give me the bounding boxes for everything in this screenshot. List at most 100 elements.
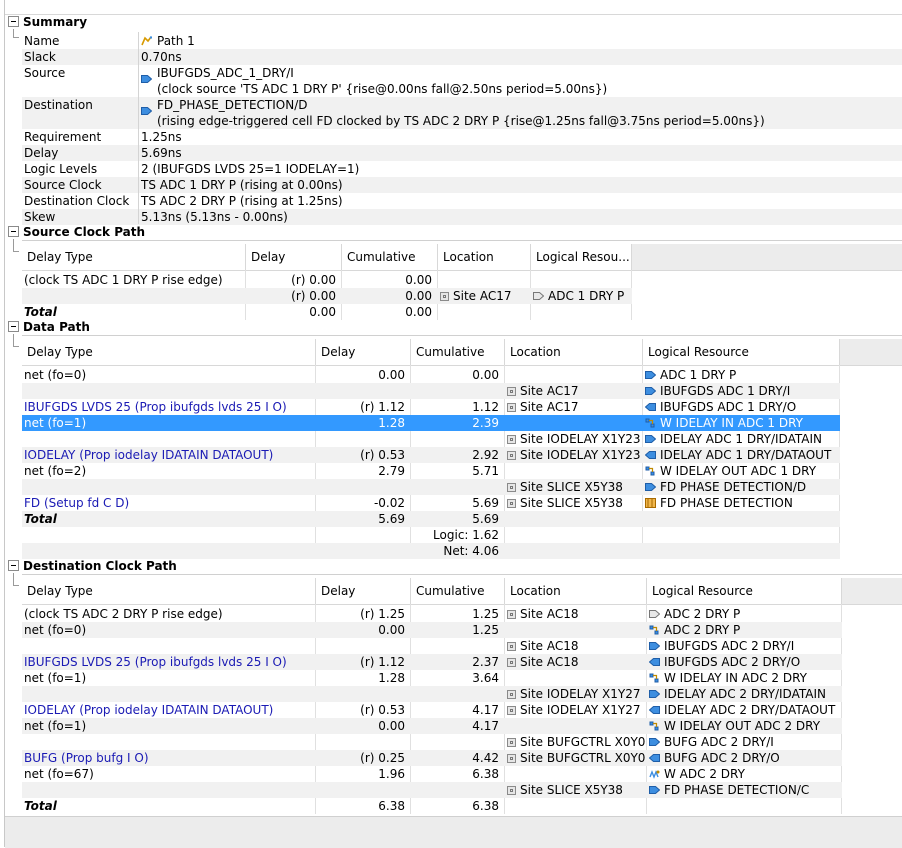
resource-text: BUFG ADC 2 DRY/O (664, 751, 780, 765)
column-header[interactable]: Location (505, 578, 647, 605)
cell-delay-type: IODELAY (Prop iodelay IDATAIN DATAOUT) (24, 448, 314, 462)
cell-location: Site BUFGCTRL X0Y0 (507, 735, 645, 749)
location-text: Site BUFGCTRL X0Y0 (520, 751, 645, 765)
cell-delay: (r) 1.12 (360, 400, 405, 414)
cell-delay: 5.69 (378, 512, 405, 526)
table-row[interactable]: net (fo=1) 0.00 4.17 W IDELAY OUT ADC 2 DRY (22, 718, 842, 734)
site-icon (507, 658, 516, 667)
summary-row: Destination FD_PHASE_DETECTION/D (rising e… (22, 97, 902, 129)
column-header[interactable]: Delay (246, 244, 342, 271)
cell-link[interactable]: FD (Setup fd C D) (24, 496, 129, 510)
table-row[interactable]: Site AC18 IBUFGDS ADC 2 DRY/I (22, 638, 842, 654)
cell-link[interactable]: IBUFGDS LVDS 25 (Prop ibufgds lvds 25 I … (24, 400, 287, 414)
table-row[interactable]: IODELAY (Prop iodelay IDATAIN DATAOUT) (r… (22, 702, 842, 718)
column-header[interactable]: Delay Type (22, 244, 246, 271)
cell-location: Site IODELAY X1Y23 (507, 432, 641, 446)
table-row[interactable]: (clock TS ADC 2 DRY P rise edge) (r) 1.25… (22, 606, 842, 622)
column-header[interactable]: Delay Type (22, 339, 316, 366)
cell-link[interactable]: BUFG (Prop bufg I O) (24, 751, 149, 765)
column-header[interactable]: Logical Resource (643, 339, 840, 366)
timing-report-window: Summary Name Path 1 Slack 0.70ns Source IBUFG… (0, 0, 902, 848)
resource-text: IBUFGDS ADC 1 DRY/I (660, 384, 791, 398)
cell-location: Site AC17 (507, 384, 641, 398)
resource-text: ADC 2 DRY P (664, 607, 741, 621)
table-row[interactable]: net (fo=0) 0.00 1.25 ADC 2 DRY P (22, 622, 842, 638)
collapse-icon[interactable] (8, 560, 19, 571)
table-row[interactable]: FD (Setup fd C D) -0.02 5.69 Site SLICE X5Y… (22, 495, 840, 511)
collapse-icon[interactable] (8, 321, 19, 332)
cell-cumulative: 6.38 (472, 767, 499, 781)
table-row[interactable]: net (fo=1) 1.28 2.39 W IDELAY IN ADC 1 DRY (22, 415, 840, 431)
cell-link[interactable]: IODELAY (Prop iodelay IDATAIN DATAOUT) (24, 448, 273, 462)
table-row[interactable]: Site IODELAY X1Y27 IDELAY ADC 2 DRY/IDATA… (22, 686, 842, 702)
cell-logical-resource: FD PHASE DETECTION/C (649, 783, 840, 797)
column-header[interactable]: Delay (316, 339, 411, 366)
cell-cumulative: Net: 4.06 (443, 544, 499, 558)
cell-delay: 2.79 (378, 464, 405, 478)
table-row[interactable]: Site BUFGCTRL X0Y0 BUFG ADC 2 DRY/I (22, 734, 842, 750)
resource-text: W IDELAY OUT ADC 2 DRY (664, 719, 821, 733)
table-row[interactable]: (r) 0.00 0.00 Site AC17 ADC 1 DRY P (22, 288, 632, 304)
site-icon (507, 738, 516, 747)
column-header[interactable]: Cumulative (411, 339, 505, 366)
table-row[interactable]: Net: 4.06 (22, 543, 840, 559)
table-row[interactable]: IBUFGDS LVDS 25 (Prop ibufgds lvds 25 I … (22, 654, 842, 670)
column-header-label: Delay (321, 584, 356, 598)
summary-value-detail: (rising edge-triggered cell FD clocked b… (157, 114, 765, 128)
column-header[interactable]: Cumulative (411, 578, 505, 605)
cell-logical-resource: IBUFGDS ADC 1 DRY/O (645, 400, 838, 414)
table-row[interactable]: (clock TS ADC 1 DRY P rise edge) (r) 0.00… (22, 272, 632, 288)
cell-cumulative: 6.38 (472, 799, 499, 813)
table-row[interactable]: Total 5.69 5.69 (22, 511, 840, 527)
collapse-icon[interactable] (8, 226, 19, 237)
table-row[interactable]: IODELAY (Prop iodelay IDATAIN DATAOUT) (r… (22, 447, 840, 463)
location-text: Site AC17 (520, 400, 579, 414)
cell-logical-resource: W ADC 2 DRY (649, 767, 840, 781)
cell-link[interactable]: IODELAY (Prop iodelay IDATAIN DATAOUT) (24, 703, 273, 717)
cell-text: net (fo=67) (24, 767, 94, 781)
table-row[interactable]: Logic: 1.62 (22, 527, 840, 543)
clock-port-icon (649, 610, 660, 618)
resource-text: FD PHASE DETECTION (660, 496, 793, 510)
cell-link[interactable]: IBUFGDS LVDS 25 (Prop ibufgds lvds 25 I … (24, 655, 287, 669)
table-row[interactable]: net (fo=0) 0.00 0.00 ADC 1 DRY P (22, 367, 840, 383)
table-row[interactable]: Total 6.38 6.38 (22, 798, 842, 814)
cell-delay-type: Total (24, 799, 314, 813)
cell-logical-resource: IDELAY ADC 2 DRY/DATAOUT (649, 703, 840, 717)
cell-location: Site AC18 (507, 655, 645, 669)
summary-value[interactable]: IBUFGDS_ADC_1_DRY/I (157, 66, 294, 80)
cell-logical-resource: W IDELAY OUT ADC 2 DRY (649, 719, 840, 733)
input-port-icon (649, 690, 660, 698)
table-row[interactable]: IBUFGDS LVDS 25 (Prop ibufgds lvds 25 I … (22, 399, 840, 415)
collapse-icon[interactable] (8, 16, 19, 27)
column-header[interactable]: Delay Type (22, 578, 316, 605)
cell-cumulative: 4.42 (472, 751, 499, 765)
cell-delay-type: net (fo=1) (24, 719, 314, 733)
resource-text: ADC 1 DRY P (548, 289, 625, 303)
summary-value[interactable]: FD_PHASE_DETECTION/D (157, 98, 308, 112)
table-row[interactable]: BUFG (Prop bufg I O) (r) 0.25 4.42 Site BUF… (22, 750, 842, 766)
column-header[interactable]: Logical Resou... (531, 244, 632, 271)
location-text: Site AC18 (520, 655, 579, 669)
table-row[interactable]: net (fo=1) 1.28 3.64 W IDELAY IN ADC 2 DRY (22, 670, 842, 686)
table-row[interactable]: Site SLICE X5Y38 FD PHASE DETECTION/D (22, 479, 840, 495)
cell-location: Site BUFGCTRL X0Y0 (507, 751, 645, 765)
column-header[interactable]: Delay (316, 578, 411, 605)
cell-delay: (r) 0.00 (291, 289, 336, 303)
table-row[interactable]: Site IODELAY X1Y23 IDELAY ADC 1 DRY/IDATA… (22, 431, 840, 447)
column-header-label: Cumulative (416, 584, 485, 598)
column-header-label: Logical Resource (652, 584, 753, 598)
table-row[interactable]: Site AC17 IBUFGDS ADC 1 DRY/I (22, 383, 840, 399)
table-row[interactable]: Total 0.00 0.00 (22, 304, 632, 320)
table-row[interactable]: Site SLICE X5Y38 FD PHASE DETECTION/C (22, 782, 842, 798)
cell-text: net (fo=2) (24, 464, 87, 478)
column-header[interactable]: Logical Resource (647, 578, 842, 605)
input-port-icon (645, 387, 656, 395)
table-row[interactable]: net (fo=67) 1.96 6.38 W ADC 2 DRY (22, 766, 842, 782)
table-row[interactable]: net (fo=2) 2.79 5.71 W IDELAY OUT ADC 1 DRY (22, 463, 840, 479)
cell-logical-resource: BUFG ADC 2 DRY/I (649, 735, 840, 749)
column-header[interactable]: Location (505, 339, 643, 366)
column-header[interactable]: Location (438, 244, 531, 271)
cell-text: Total (24, 305, 57, 319)
column-header[interactable]: Cumulative (342, 244, 438, 271)
